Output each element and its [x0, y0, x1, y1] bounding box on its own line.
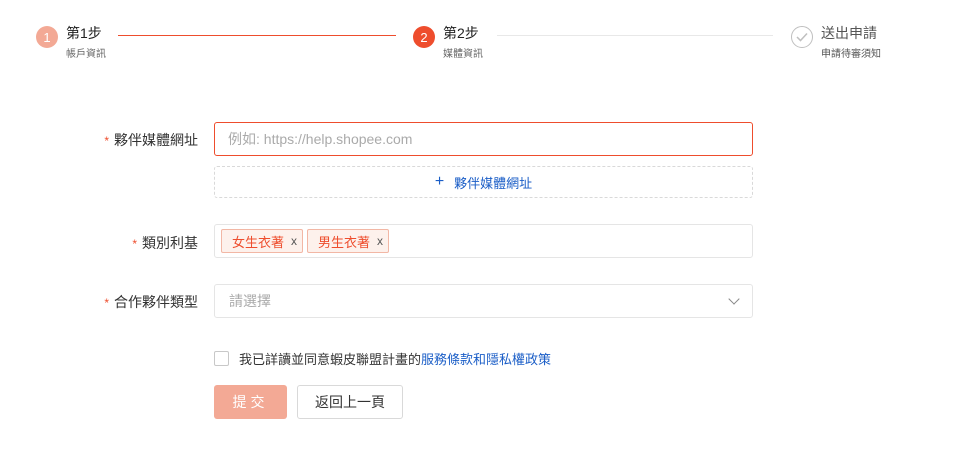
step-2: 2 第2步 媒體資訊 [413, 24, 483, 62]
agreement-checkbox[interactable] [214, 351, 229, 366]
step-2-number: 2 [413, 26, 435, 48]
chevron-down-icon [728, 293, 740, 305]
plus-icon: + [434, 173, 445, 190]
category-tag: 男生衣著 x [307, 229, 390, 253]
step-3-subtitle: 申請待審須知 [821, 49, 881, 60]
agreement-row: 我已詳讀並同意蝦皮聯盟計畫的 服務條款和隱私權政策 [214, 349, 551, 368]
step-1-title: 第1步 [66, 25, 102, 41]
required-mark: * [104, 296, 109, 310]
step-2-subtitle: 媒體資訊 [443, 49, 483, 60]
step-1-number: 1 [36, 26, 58, 48]
terms-link[interactable]: 服務條款和隱私權政策 [421, 349, 551, 368]
agreement-text: 我已詳讀並同意蝦皮聯盟計畫的 [239, 352, 422, 367]
required-mark: * [132, 237, 137, 251]
step-2-title: 第2步 [443, 25, 479, 41]
required-mark: * [104, 134, 109, 148]
remove-tag-icon[interactable]: x [377, 234, 383, 248]
partner-type-select[interactable]: 請選擇 [214, 284, 753, 318]
step-3-title: 送出申請 [821, 25, 877, 41]
step-1-subtitle: 帳戶資訊 [66, 49, 106, 60]
category-tag: 女生衣著 x [221, 229, 304, 253]
step-1: 1 第1步 帳戶資訊 [36, 24, 106, 62]
partner-type-placeholder: 請選擇 [229, 293, 271, 309]
step-3: 送出申請 申請待審須知 [791, 24, 881, 62]
submit-button[interactable]: 提交 [214, 385, 287, 419]
check-circle-icon [791, 26, 813, 48]
step-connector-1 [118, 35, 396, 36]
step-connector-2 [497, 35, 773, 36]
media-url-input[interactable] [214, 122, 753, 156]
remove-tag-icon[interactable]: x [291, 234, 297, 248]
add-media-url-label: 夥伴媒體網址 [454, 175, 533, 191]
category-label: * 類別利基 [132, 235, 198, 251]
add-media-url-button[interactable]: + 夥伴媒體網址 [214, 166, 753, 198]
back-button[interactable]: 返回上一頁 [297, 385, 403, 419]
media-url-label: * 夥伴媒體網址 [104, 132, 198, 148]
category-tag-input[interactable]: 女生衣著 x 男生衣著 x [214, 224, 753, 258]
partner-type-label: * 合作夥伴類型 [104, 294, 198, 310]
